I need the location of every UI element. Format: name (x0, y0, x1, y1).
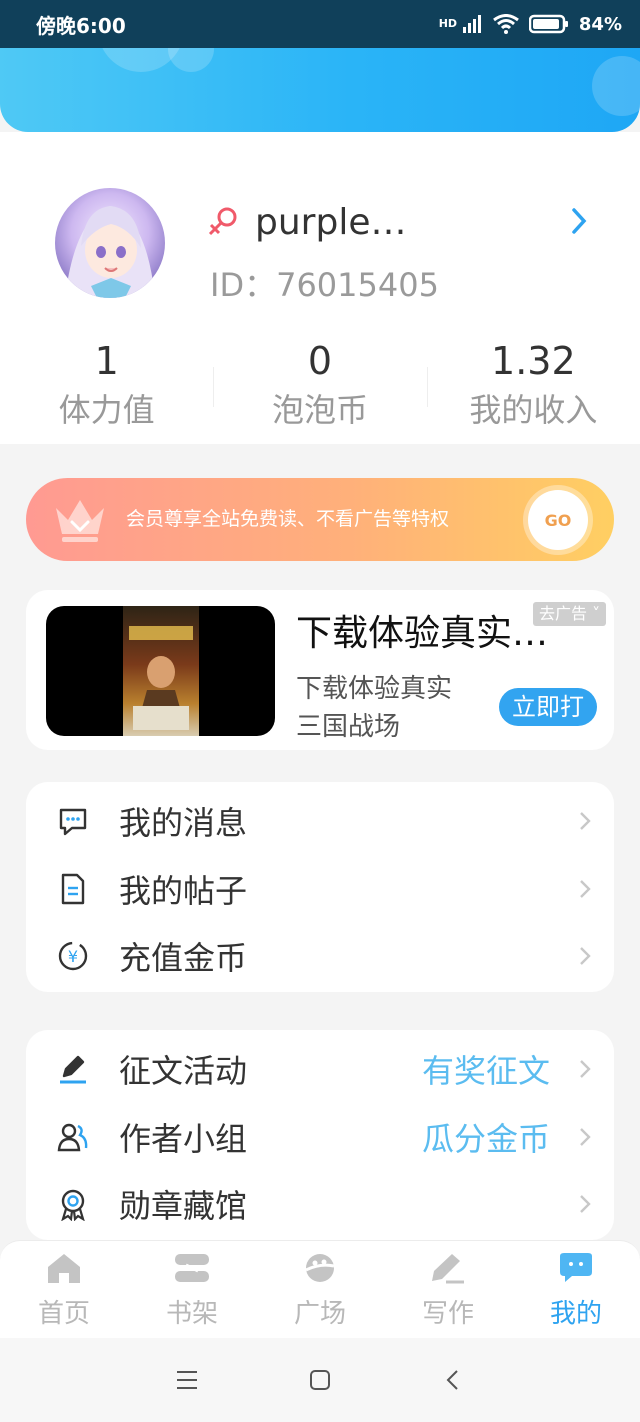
tab-label: 广场 (293, 1299, 346, 1329)
stat-label: 泡泡币 (271, 391, 368, 429)
stat-value: 1.32 (491, 339, 576, 383)
svg-text:¥: ¥ (68, 947, 78, 966)
vip-banner[interactable]: 会员尊享全站免费读、不看广告等特权 GO (26, 478, 614, 561)
menu-icon[interactable] (175, 1369, 199, 1391)
home-square-icon[interactable] (308, 1368, 332, 1392)
stats-row: 1 体力值 0 泡泡币 1.32 我的收入 (0, 337, 640, 437)
vip-text: 会员尊享全站免费读、不看广告等特权 (126, 508, 450, 530)
menu-item-posts[interactable]: 我的帖子 (26, 856, 614, 922)
tab-label: 写作 (421, 1299, 474, 1329)
stat-label: 我的收入 (469, 391, 598, 429)
square-icon (305, 1254, 335, 1282)
user-id: ID：76015405 (210, 266, 439, 304)
pen-icon (60, 1055, 86, 1084)
medal-icon (61, 1189, 85, 1221)
remove-ad-tag[interactable]: 去广告 ˅ (533, 602, 607, 626)
tab-square[interactable]: 广场 (256, 1241, 384, 1338)
menu-item-messages[interactable]: 我的消息 (26, 788, 614, 854)
tab-bookshelf[interactable]: 书架 (128, 1241, 256, 1338)
ad-description: 下载体验真实三国战场 (296, 674, 453, 742)
menu-item-recharge[interactable]: ¥ 充值金币 (26, 923, 614, 989)
signal-icon: HD (439, 15, 483, 33)
chevron-right-icon (580, 880, 591, 898)
chevron-right-icon (580, 812, 591, 830)
menu-item-medal-hall[interactable]: 勋章藏馆 (26, 1171, 614, 1237)
bookshelf-icon (175, 1254, 209, 1282)
vip-go-button[interactable]: GO (528, 490, 588, 550)
chevron-right-icon (580, 1195, 591, 1213)
coin-icon: ¥ (58, 941, 88, 971)
status-bar: 傍晚6:00 HD 84% (0, 0, 640, 48)
ad-image[interactable] (46, 606, 275, 736)
profile-card: purple… ID：76015405 1 体力值 0 泡泡币 1.32 我的收… (0, 132, 640, 444)
status-time: 傍晚6:00 (36, 13, 126, 38)
stat-label: 体力值 (58, 391, 155, 429)
stat-value: 0 (307, 339, 333, 383)
battery-icon (528, 14, 568, 34)
stat-income[interactable]: 1.32 我的收入 (426, 337, 640, 437)
stat-value: 1 (94, 339, 119, 383)
menu-item-essay-contest[interactable]: 征文活动 有奖征文 (26, 1036, 614, 1102)
chevron-right-icon (580, 1060, 591, 1078)
menu-label: 我的消息 (119, 804, 248, 842)
system-nav-bar (0, 1338, 640, 1422)
tab-write[interactable]: 写作 (384, 1241, 512, 1338)
stat-stamina[interactable]: 1 体力值 (0, 337, 213, 437)
tab-home[interactable]: 首页 (0, 1241, 128, 1338)
menu-item-author-group[interactable]: 作者小组 瓜分金币 (26, 1104, 614, 1170)
group-icon (57, 1123, 88, 1152)
game-poster-image (123, 606, 199, 736)
menu-label: 勋章藏馆 (119, 1187, 248, 1225)
home-icon (48, 1254, 80, 1283)
write-icon (432, 1254, 464, 1284)
ad-card[interactable]: 下载体验真实… 去广告 ˅ 下载体验真实三国战场 立即打 (26, 590, 614, 750)
female-gender-icon (208, 207, 237, 236)
bottom-tab-bar: 首页 书架 广场 写作 我的 (0, 1240, 640, 1338)
menu-group-author: 征文活动 有奖征文 作者小组 瓜分金币 勋章藏馆 (26, 1030, 614, 1240)
username[interactable]: purple… (255, 202, 406, 243)
chevron-right-icon (580, 947, 591, 965)
menu-label: 作者小组 (119, 1120, 248, 1158)
ad-cta-button[interactable]: 立即打 (499, 688, 597, 726)
tab-label: 首页 (37, 1299, 90, 1329)
tab-label: 书架 (165, 1299, 218, 1329)
me-icon (560, 1253, 592, 1282)
message-icon (59, 808, 87, 836)
post-icon (61, 873, 85, 905)
chevron-right-icon (580, 1128, 591, 1146)
chevron-right-icon[interactable] (566, 206, 592, 236)
back-icon[interactable] (441, 1368, 465, 1392)
stat-bubble-coin[interactable]: 0 泡泡币 (213, 337, 426, 437)
menu-group-account: 我的消息 我的帖子 ¥ 充值金币 (26, 782, 614, 992)
tab-label: 我的 (549, 1299, 602, 1329)
crown-icon (56, 500, 104, 542)
menu-label: 我的帖子 (119, 872, 248, 910)
battery-percent: 84% (578, 13, 622, 35)
tab-me[interactable]: 我的 (512, 1241, 640, 1338)
wifi-icon (493, 14, 519, 34)
profile-page: 傍晚6:00 HD 84% purple… ID：76015405 1 体力值 … (0, 0, 640, 1422)
menu-extra-text: 有奖征文 (421, 1052, 550, 1090)
avatar[interactable] (55, 188, 165, 298)
menu-label: 征文活动 (119, 1052, 248, 1090)
menu-extra-text: 瓜分金币 (421, 1120, 550, 1158)
menu-label: 充值金币 (119, 939, 248, 977)
